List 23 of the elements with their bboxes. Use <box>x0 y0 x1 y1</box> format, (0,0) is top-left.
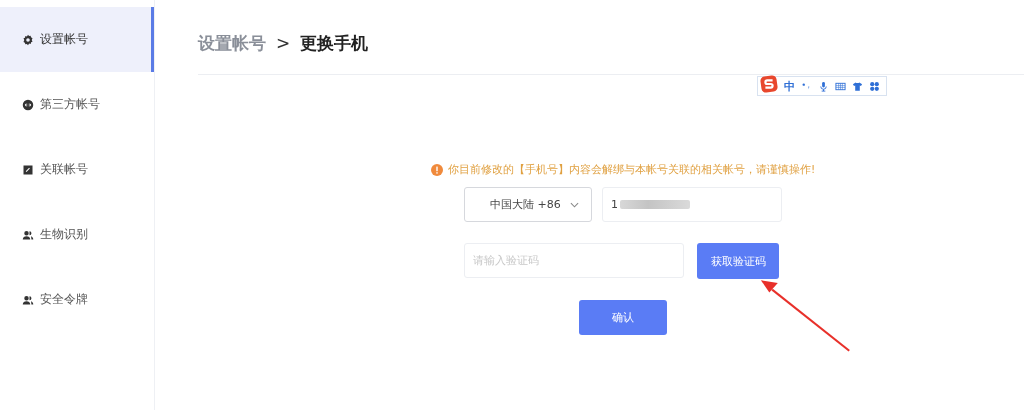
microphone-icon[interactable] <box>818 80 829 92</box>
blurred-digits <box>620 200 690 209</box>
users-icon <box>22 228 34 241</box>
warning-icon <box>430 164 443 176</box>
sidebar-item[interactable]: 安全令牌 <box>0 267 154 332</box>
ime-mode[interactable]: 中 <box>784 78 795 94</box>
settings-icon <box>22 33 34 46</box>
page-title: 更换手机 <box>300 31 369 55</box>
phone-field[interactable]: 1 <box>602 187 782 222</box>
sidebar-item[interactable]: 生物识别 <box>0 202 154 267</box>
sidebar-item[interactable]: 第三方帐号 <box>0 72 154 137</box>
sidebar-item[interactable]: 关联帐号 <box>0 137 154 202</box>
breadcrumb-separator: > <box>276 33 291 53</box>
region-select[interactable]: 中国大陆 +86 <box>464 187 592 222</box>
users-icon <box>22 293 34 306</box>
confirm-button[interactable]: 确认 <box>579 300 667 335</box>
shirt-icon[interactable] <box>852 80 863 92</box>
warning-message: 你目前修改的【手机号】内容会解绑与本帐号关联的相关帐号，请谨慎操作! <box>447 163 816 177</box>
apps-icon[interactable] <box>869 80 880 92</box>
get-code-button[interactable]: 获取验证码 <box>697 243 779 279</box>
sidebar-item[interactable]: 设置帐号 <box>0 7 154 72</box>
chevron-down-icon <box>570 201 579 208</box>
keyboard-icon[interactable] <box>835 80 846 92</box>
